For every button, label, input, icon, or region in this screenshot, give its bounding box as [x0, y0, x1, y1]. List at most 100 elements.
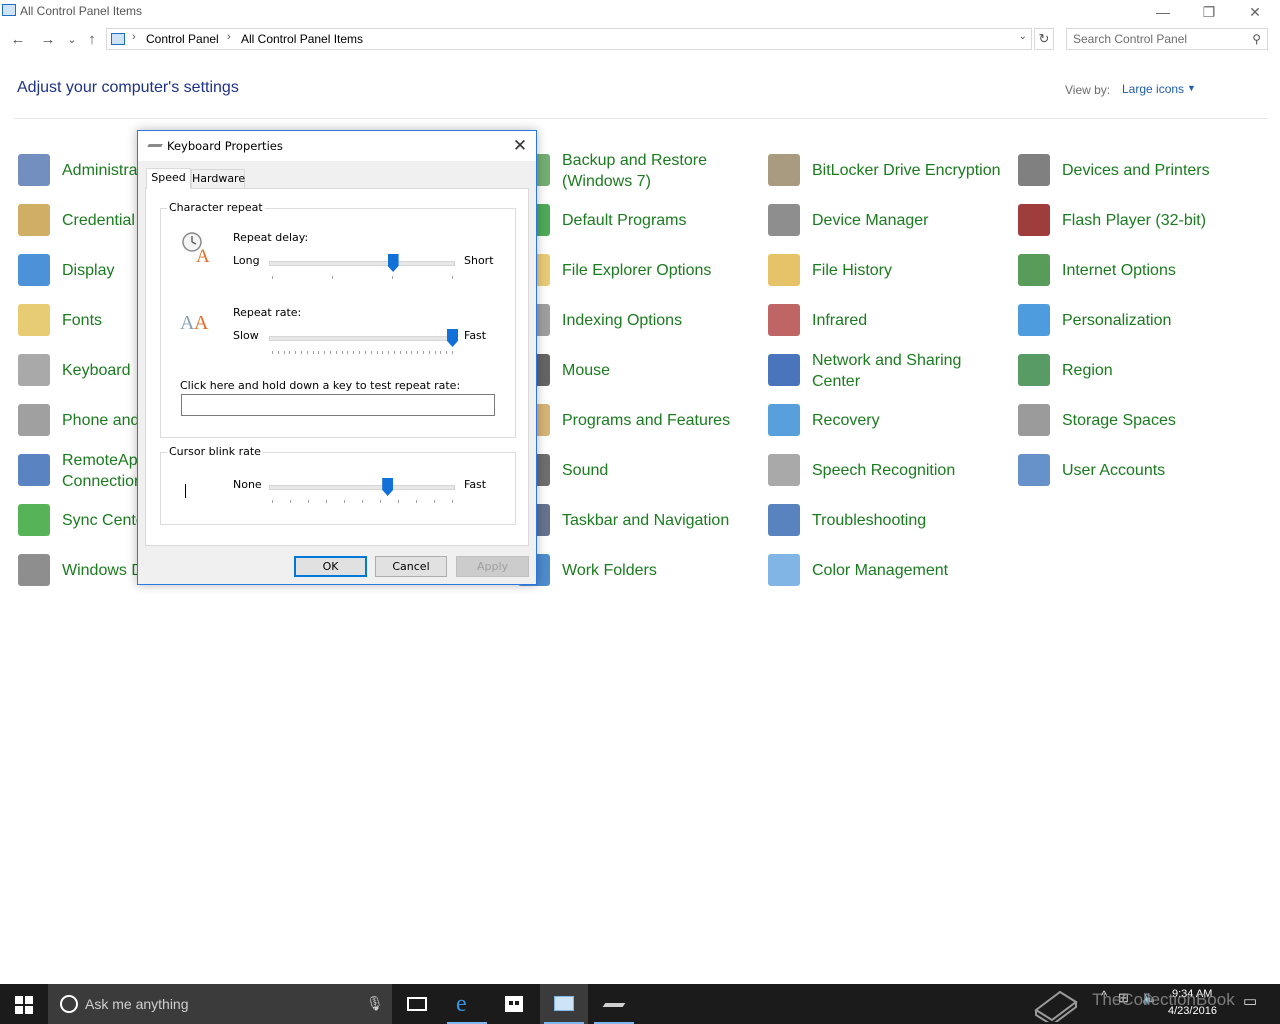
control-panel-item[interactable]: Color Management — [768, 550, 1008, 590]
breadcrumb-separator[interactable]: › — [132, 31, 136, 43]
task-view-icon[interactable] — [394, 984, 442, 1024]
search-icon[interactable]: ⚲ — [1252, 32, 1261, 46]
cancel-button[interactable]: Cancel — [375, 556, 447, 577]
control-panel-item[interactable]: Backup and Restore (Windows 7) — [518, 150, 758, 190]
control-panel-item[interactable]: Storage Spaces — [1018, 400, 1258, 440]
slider-tick — [335, 351, 337, 354]
cortana-search-box[interactable]: Ask me anything 🎙 — [48, 984, 392, 1024]
windows-start-icon[interactable] — [15, 996, 33, 1014]
action-center-icon[interactable]: ▭ — [1243, 992, 1257, 1010]
slider-tick — [341, 351, 343, 354]
close-icon[interactable]: ✕ — [508, 135, 532, 157]
control-panel-item[interactable]: Internet Options — [1018, 250, 1258, 290]
control-panel-item[interactable]: BitLocker Drive Encryption — [768, 150, 1008, 190]
repeat-test-field[interactable] — [181, 394, 495, 416]
control-panel-item[interactable]: Sound — [518, 450, 758, 490]
forward-icon[interactable]: → — [38, 30, 58, 50]
control-panel-item[interactable]: Region — [1018, 350, 1258, 390]
address-bar[interactable]: › Control Panel › All Control Panel Item… — [106, 28, 1032, 50]
control-panel-item[interactable]: Troubleshooting — [768, 500, 1008, 540]
slider-thumb[interactable] — [382, 478, 394, 496]
edge-icon[interactable]: e — [443, 984, 491, 1024]
infrared-icon — [768, 304, 800, 336]
tab-speed[interactable]: Speed — [146, 168, 191, 189]
control-panel-item[interactable]: File History — [768, 250, 1008, 290]
control-panel-item[interactable]: Recovery — [768, 400, 1008, 440]
repeat-delay-slider[interactable] — [269, 254, 455, 286]
user-accounts-icon — [1018, 454, 1050, 486]
slider-tick — [290, 500, 291, 503]
slider-tick — [353, 351, 355, 354]
control-panel-item-label: Personalization — [1062, 312, 1172, 329]
slider-track[interactable] — [269, 336, 455, 341]
control-panel-item[interactable]: Mouse — [518, 350, 758, 390]
control-panel-item-label: File History — [812, 262, 893, 279]
store-icon[interactable] — [491, 984, 539, 1024]
control-panel-item-label: File Explorer Options — [562, 262, 712, 279]
slider-tick — [382, 351, 384, 354]
microphone-icon[interactable]: 🎙 — [366, 995, 384, 1012]
search-box[interactable]: ⚲ — [1066, 28, 1268, 50]
slider-tick — [301, 351, 303, 354]
bitlocker-icon — [768, 154, 800, 186]
tab-hardware[interactable]: Hardware — [191, 169, 245, 189]
svg-text:A: A — [194, 312, 209, 333]
slider-tick — [330, 351, 332, 354]
refresh-icon[interactable]: ↻ — [1034, 28, 1054, 50]
cursor-blink-slider[interactable] — [269, 478, 455, 510]
speech-recognition-icon — [768, 454, 800, 486]
search-input[interactable] — [1073, 32, 1243, 46]
control-panel-item[interactable]: Work Folders — [518, 550, 758, 590]
control-panel-item[interactable]: File Explorer Options — [518, 250, 758, 290]
device-manager-icon — [768, 204, 800, 236]
control-panel-item[interactable]: User Accounts — [1018, 450, 1258, 490]
address-dropdown-icon[interactable]: ⌄ — [1019, 31, 1027, 42]
view-by-dropdown[interactable]: Large icons — [1122, 82, 1184, 96]
slider-thumb[interactable] — [387, 254, 399, 272]
control-panel-item[interactable]: Infrared — [768, 300, 1008, 340]
control-panel-item[interactable]: Default Programs — [518, 200, 758, 240]
control-panel-item[interactable]: Indexing Options — [518, 300, 758, 340]
control-panel-item-label: Work Folders — [562, 562, 657, 579]
keyboard-taskbar-icon[interactable] — [590, 984, 638, 1024]
breadcrumb-separator[interactable]: › — [227, 31, 231, 43]
repeat-rate-max-label: Fast — [464, 329, 487, 342]
breadcrumb-control-panel[interactable]: Control Panel — [146, 32, 219, 46]
watermark-text: TheCollectionBook — [1092, 990, 1235, 1009]
slider-tick — [272, 351, 273, 354]
control-panel-item[interactable]: Devices and Printers — [1018, 150, 1258, 190]
slider-track[interactable] — [269, 485, 455, 490]
control-panel-item[interactable]: Programs and Features — [518, 400, 758, 440]
chevron-down-icon[interactable]: ▼ — [1187, 83, 1196, 93]
apply-button[interactable]: Apply — [456, 556, 529, 577]
restore-button[interactable]: ❐ — [1186, 0, 1232, 24]
display-icon — [18, 254, 50, 286]
breadcrumb-all-items[interactable]: All Control Panel Items — [241, 32, 363, 46]
close-window-button[interactable]: ✕ — [1232, 0, 1278, 24]
back-icon[interactable]: ← — [8, 30, 28, 50]
control-panel-item-label: BitLocker Drive Encryption — [812, 162, 1001, 179]
dialog-title-bar: Keyboard Properties ✕ — [138, 131, 536, 161]
control-panel-item[interactable]: Flash Player (32-bit) — [1018, 200, 1258, 240]
control-panel-item[interactable]: Speech Recognition — [768, 450, 1008, 490]
slider-track[interactable] — [269, 261, 455, 266]
recent-locations-icon[interactable]: ⌄ — [62, 30, 82, 50]
ok-button[interactable]: OK — [294, 556, 367, 577]
network-sharing-icon — [768, 354, 800, 386]
window-title-bar: All Control Panel Items — ❐ ✕ — [0, 0, 1280, 24]
slider-tick — [306, 351, 308, 354]
control-panel-item-label: Region — [1062, 362, 1113, 379]
repeat-rate-slider[interactable] — [269, 329, 458, 361]
control-panel-item[interactable]: Personalization — [1018, 300, 1258, 340]
up-icon[interactable]: ↑ — [82, 30, 102, 50]
control-panel-item[interactable]: Device Manager — [768, 200, 1008, 240]
control-panel-item[interactable]: Taskbar and Navigation — [518, 500, 758, 540]
control-panel-item-label: Internet Options — [1062, 262, 1176, 279]
minimize-button[interactable]: — — [1140, 0, 1186, 24]
control-panel-item[interactable]: Network and Sharing Center — [768, 350, 1008, 390]
control-panel-taskbar-icon[interactable] — [540, 984, 588, 1024]
slider-thumb[interactable] — [447, 329, 458, 347]
repeat-delay-min-label: Long — [233, 254, 260, 267]
file-history-icon — [768, 254, 800, 286]
slider-tick — [405, 351, 407, 354]
